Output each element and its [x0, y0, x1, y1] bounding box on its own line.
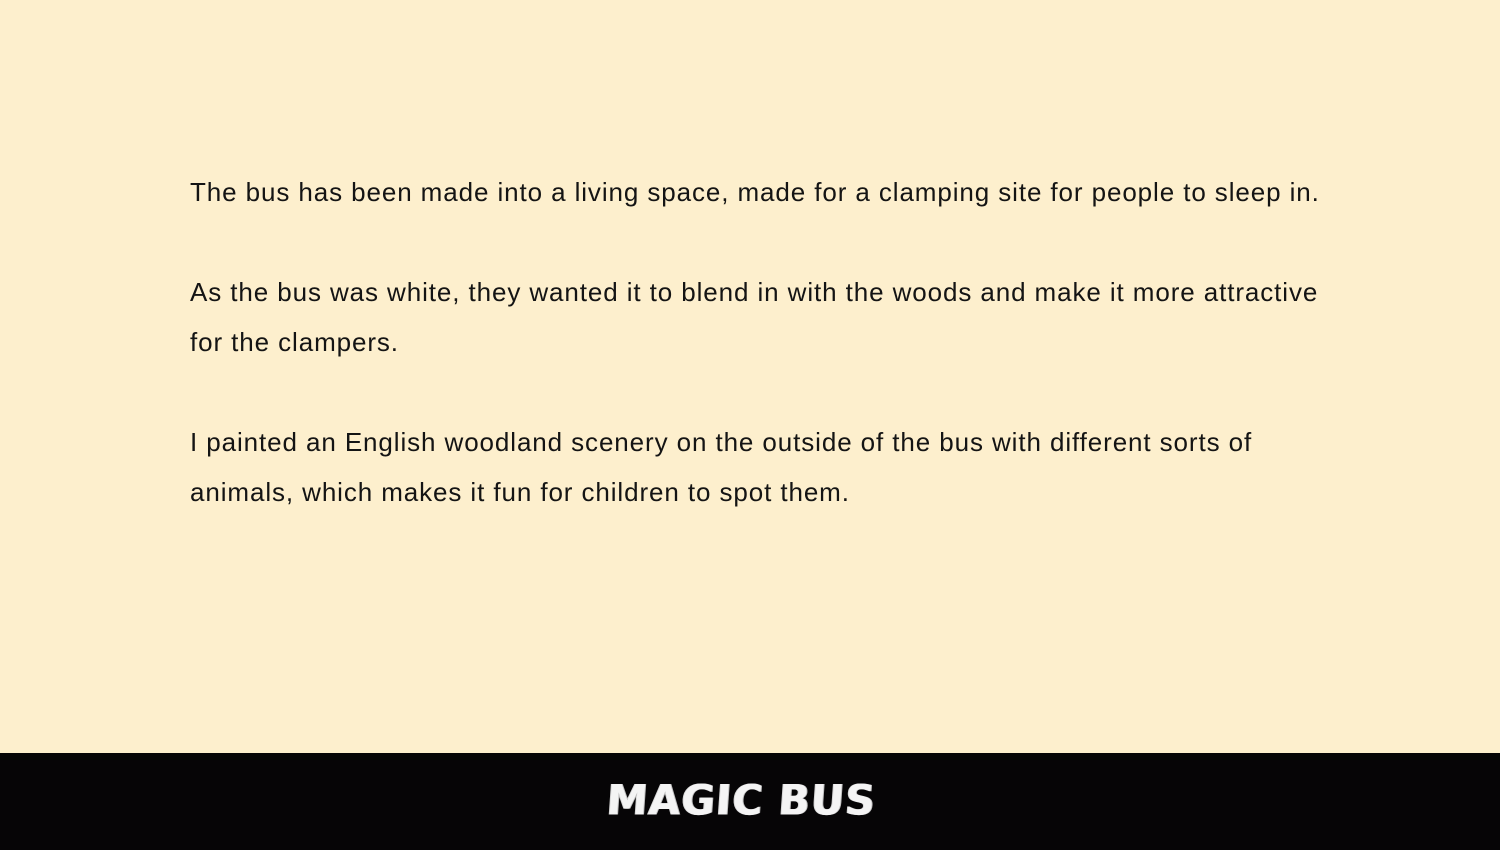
- paragraph-blend-woods: As the bus was white, they wanted it to …: [190, 277, 1319, 357]
- magic-bus-logo: MAGIC BUS: [604, 775, 878, 824]
- footer-bar: MAGIC BUS: [0, 753, 1500, 850]
- paragraph-living-space: The bus has been made into a living spac…: [190, 177, 1320, 207]
- body-text: The bus has been made into a living spac…: [190, 167, 1330, 567]
- paragraph-woodland-scenery: I painted an English woodland scenery on…: [190, 427, 1253, 507]
